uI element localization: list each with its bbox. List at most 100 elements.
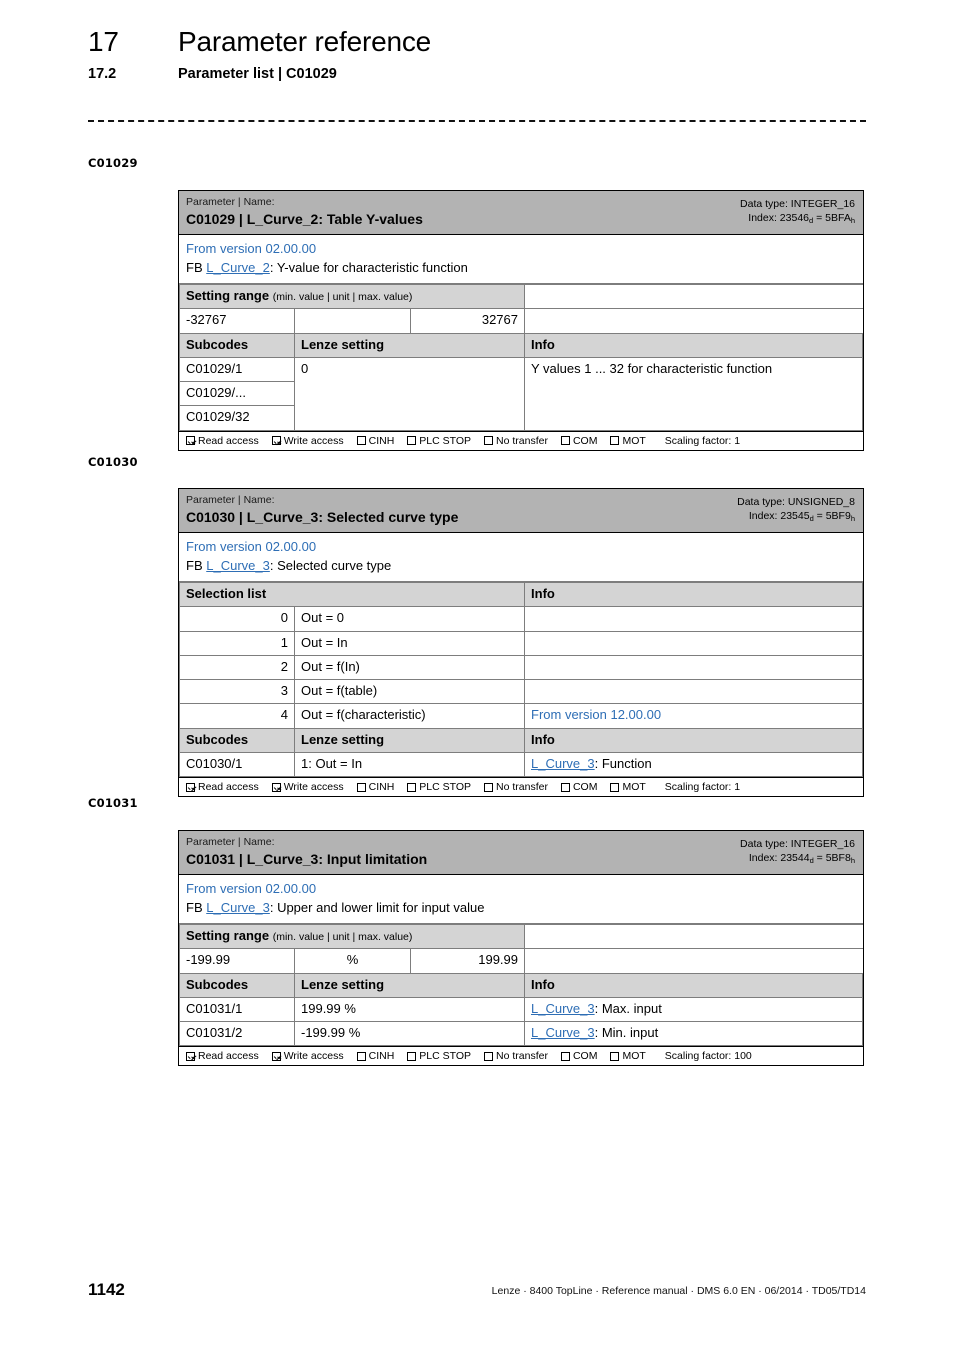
plc-stop-checkbox[interactable]: PLC STOP [407,435,471,447]
page-number: 1142 [88,1280,125,1299]
fb-desc-text: : Selected curve type [269,557,392,573]
checkbox-empty-icon [484,436,494,446]
com-label: COM [572,434,598,447]
info-fb-text: : Max. input [594,1000,662,1016]
com-checkbox[interactable]: COM [560,781,598,794]
selection-list-table: Selection list Info 0 Out = 0 1 Out = In… [178,582,864,778]
no-transfer-label: No transfer [496,781,548,794]
info-header: Info [524,972,863,998]
selection-info [524,654,864,681]
info-fb-link[interactable]: L_Curve_3 [531,756,595,771]
parameter-header-right: Data type: UNSIGNED_8 Index: 23545d = 5B… [737,494,855,523]
checkbox-checked-icon [271,436,281,446]
no-transfer-checkbox[interactable]: No transfer [484,1050,548,1062]
setting-range-header: Setting range (min. value | unit | max. … [179,284,525,310]
subcode-code: C01031/1 [179,996,295,1023]
read-access-checkbox[interactable]: Read access [186,1050,259,1062]
com-checkbox[interactable]: COM [560,434,598,447]
margin-label-c01029: C01029 [88,156,138,170]
index-mid: = 5BF8 [813,852,851,865]
checkbox-empty-icon [560,436,570,446]
plc-stop-label: PLC STOP [419,1050,472,1063]
fb-prefix: FB [186,259,207,275]
subcode-info: L_Curve_3: Function [524,751,864,778]
plc-stop-checkbox[interactable]: PLC STOP [407,781,471,793]
index-line: Index: 23544d = 5BF8h [740,851,855,865]
mot-label: MOT [622,1050,646,1063]
access-flags-row: Read access Write access CINH PLC STOP N… [179,430,863,450]
read-access-checkbox[interactable]: Read access [186,781,259,793]
fb-link[interactable]: L_Curve_3 [206,900,270,915]
plc-stop-checkbox[interactable]: PLC STOP [407,1050,471,1062]
from-version-text: From version 02.00.00 [186,881,317,897]
mot-checkbox[interactable]: MOT [610,781,646,793]
parameter-table-c01029: Parameter | Name: C01029 | L_Curve_2: Ta… [178,190,864,451]
write-access-checkbox[interactable]: Write access [271,435,344,447]
table-row: C01031/1 199.99 % L_Curve_3: Max. input [179,996,863,1023]
com-checkbox[interactable]: COM [560,1050,597,1062]
lenze-setting-header: Lenze setting [294,972,525,998]
read-access-label: Read access [198,1050,259,1063]
setting-range-header-row: Setting range (min. value | unit | max. … [179,284,863,310]
parameter-header-band: Parameter | Name: C01031 | L_Curve_3: In… [179,831,863,876]
breadcrumb: Parameter list | C01029 [178,66,337,82]
info-fb-link[interactable]: L_Curve_3 [531,1025,595,1040]
subcode-info: L_Curve_3: Max. input [524,996,863,1023]
com-label: COM [572,781,598,794]
setting-range-note: (min. value | unit | max. value) [272,931,413,944]
data-type: Data type: INTEGER_16 [740,838,855,850]
index-mid: = 5BFA [813,212,851,225]
selection-value: 2 [179,654,295,681]
parameter-header-right: Data type: INTEGER_16 Index: 23544d = 5B… [740,836,855,865]
info-header: Info [524,332,863,358]
checkbox-empty-icon [484,782,494,792]
document-page: 17 Parameter reference 17.2 Parameter li… [0,0,954,1350]
setting-range-unit [294,308,411,334]
mot-checkbox[interactable]: MOT [610,1050,646,1063]
info-fb-text: : Function [594,755,652,771]
subcode-code: C01030/1 [179,751,295,778]
subcode-setting: -199.99 % [294,1021,525,1047]
subcode-code: C01029/... [179,381,295,407]
mot-checkbox[interactable]: MOT [610,435,646,447]
access-flags-row: Read access Write access CINH PLC STOP N… [179,1046,863,1065]
checkbox-empty-icon [356,436,366,446]
no-transfer-checkbox[interactable]: No transfer [484,435,548,447]
fb-link[interactable]: L_Curve_3 [206,558,270,573]
parameter-title: C01029 | L_Curve_2: Table Y-values [186,211,423,228]
selection-info [524,606,864,632]
fb-description: FB L_Curve_2: Y-value for characteristic… [186,259,856,277]
subcode-setting: 199.99 % [294,996,525,1023]
table-row: C01030/1 1: Out = In L_Curve_3: Function [179,751,864,778]
subcodes-header: Subcodes [179,727,295,753]
read-access-checkbox[interactable]: Read access [186,435,259,447]
cinh-checkbox[interactable]: CINH [356,1050,394,1062]
write-access-checkbox[interactable]: Write access [271,1050,344,1062]
parameter-header-left: Parameter | Name: C01031 | L_Curve_3: In… [186,836,427,868]
selection-info [524,630,864,656]
checkbox-empty-icon [407,1051,417,1061]
fb-prefix: FB [186,557,207,573]
parameter-description: From version 02.00.00 FB L_Curve_3: Uppe… [179,875,863,925]
subcodes-header-row: Subcodes Lenze setting Info [179,332,863,358]
parameter-description: From version 02.00.00 FB L_Curve_2: Y-va… [179,235,863,285]
setting-range-label: Setting range [186,288,270,304]
write-access-checkbox[interactable]: Write access [271,781,344,793]
checkbox-checked-icon [271,1051,281,1061]
table-row: C01031/2 -199.99 % L_Curve_3: Min. input [179,1021,863,1047]
section-line: 17.2 Parameter list | C01029 [88,66,878,82]
setting-range-empty-cell-2 [524,308,863,334]
fb-link[interactable]: L_Curve_2 [206,260,270,275]
info-fb-text: : Min. input [594,1025,659,1041]
cinh-checkbox[interactable]: CINH [356,435,394,447]
margin-label-c01031: C01031 [88,796,138,810]
parameter-header-left: Parameter | Name: C01029 | L_Curve_2: Ta… [186,196,423,228]
no-transfer-checkbox[interactable]: No transfer [484,781,548,793]
cinh-checkbox[interactable]: CINH [356,781,394,793]
no-transfer-label: No transfer [496,434,548,447]
selection-list-header: Selection list [178,582,526,608]
subcodes-header-row: Subcodes Lenze setting Info [179,727,864,753]
plc-stop-label: PLC STOP [419,434,472,447]
info-fb-link[interactable]: L_Curve_3 [531,1001,595,1016]
table-row: 0 Out = 0 [179,606,864,632]
